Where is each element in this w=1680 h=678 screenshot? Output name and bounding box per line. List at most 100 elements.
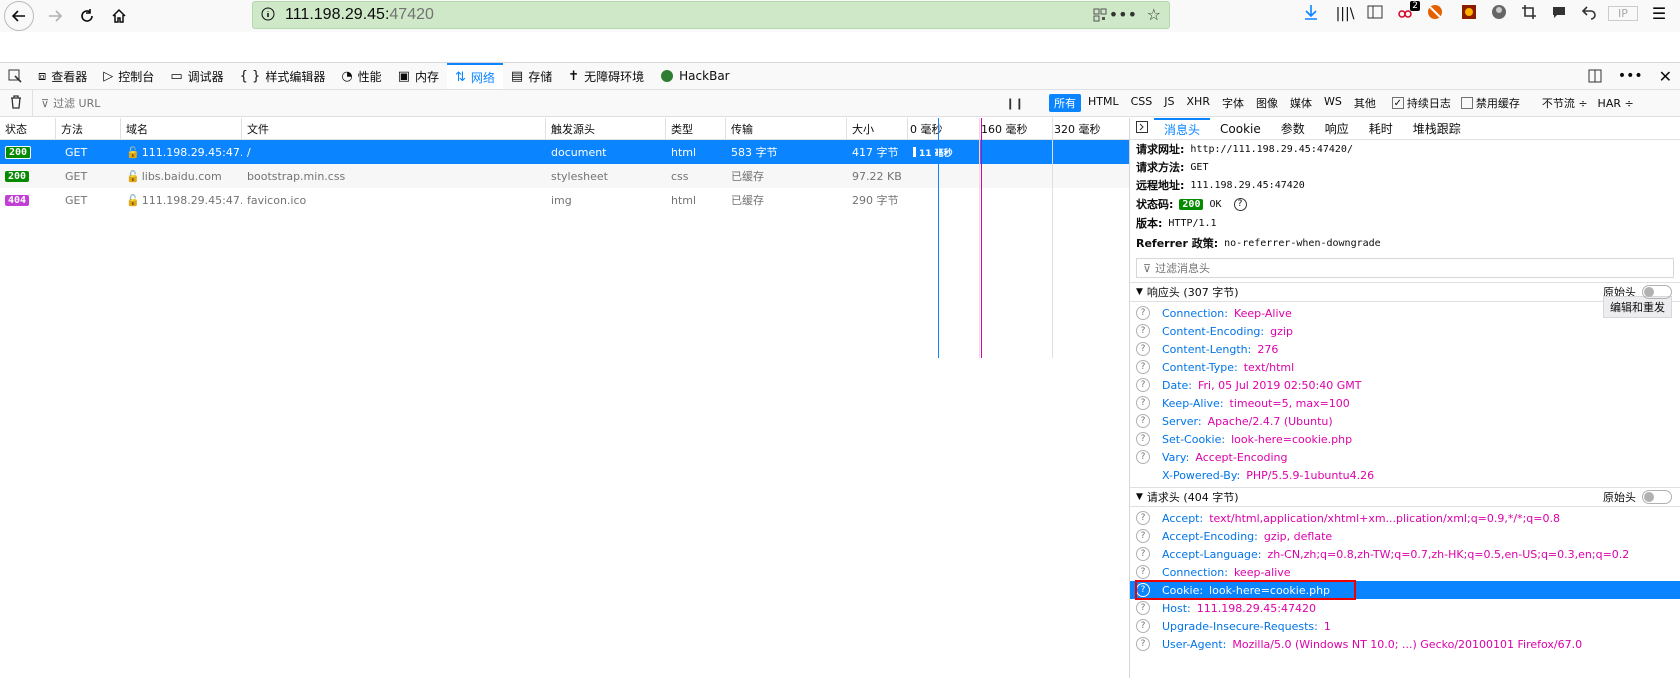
tab-style-editor[interactable]: { } 样式编辑器 (232, 63, 334, 89)
avatar-icon[interactable] (1484, 4, 1514, 23)
crop-icon[interactable] (1514, 4, 1544, 23)
help-icon[interactable]: ? (1136, 583, 1150, 597)
response-header-row[interactable]: ? Vary: Accept-Encoding (1130, 448, 1680, 466)
tab-stack-trace[interactable]: 堆栈跟踪 (1403, 118, 1471, 139)
forward-icon[interactable] (40, 1, 70, 31)
help-icon[interactable]: ? (1136, 547, 1150, 561)
raw-headers-toggle[interactable] (1642, 285, 1672, 299)
sidebar-icon[interactable] (1360, 5, 1390, 22)
library-icon[interactable]: |||\ (1330, 6, 1360, 22)
reload-icon[interactable] (72, 1, 102, 31)
help-icon[interactable]: ? (1136, 378, 1150, 392)
tab-debugger[interactable]: ▭ 调试器 (162, 63, 231, 89)
tab-headers[interactable]: 消息头 (1154, 118, 1211, 139)
help-icon[interactable]: ? (1136, 324, 1150, 338)
request-header-row[interactable]: ? Host: 111.198.29.45:47420 (1130, 599, 1680, 617)
url-bar[interactable]: 111.198.29.45:47420 ••• ☆ (252, 1, 1170, 29)
tab-hackbar[interactable]: HackBar (652, 63, 737, 89)
col-transferred[interactable]: 传输 (726, 118, 847, 139)
extension-badge-icon[interactable]: 2 (1390, 1, 1420, 23)
page-actions-icon[interactable]: ••• (1109, 5, 1137, 24)
help-icon[interactable]: ? (1136, 306, 1150, 320)
tab-console[interactable]: ▷ 控制台 (95, 63, 162, 89)
col-domain[interactable]: 域名 (121, 118, 242, 139)
tab-performance[interactable]: ◔ 性能 (333, 63, 389, 89)
response-header-row[interactable]: X-Powered-By: PHP/5.5.9-1ubuntu4.26 (1130, 466, 1680, 484)
col-size[interactable]: 大小 (847, 118, 908, 139)
bookmark-star-icon[interactable]: ☆ (1147, 5, 1161, 24)
request-header-row-selected[interactable]: ? Cookie: look-here=cookie.php (1130, 581, 1680, 599)
filter-images[interactable]: 图像 (1251, 94, 1283, 112)
help-icon[interactable]: ? (1136, 619, 1150, 633)
site-info-icon[interactable] (261, 7, 275, 24)
help-icon[interactable]: ? (1136, 414, 1150, 428)
filter-all[interactable]: 所有 (1049, 94, 1081, 112)
url-filter-input[interactable]: ⊽ 过滤 URL ❙❙ (32, 90, 1042, 116)
tab-storage[interactable]: ▤ 存储 (503, 63, 560, 89)
request-header-row[interactable]: ? Connection: keep-alive (1130, 563, 1680, 581)
response-header-row[interactable]: ? Date: Fri, 05 Jul 2019 02:50:40 GMT (1130, 376, 1680, 394)
col-initiator[interactable]: 触发源头 (546, 118, 666, 139)
filter-html[interactable]: HTML (1083, 94, 1124, 112)
pick-element-icon[interactable] (0, 63, 30, 89)
response-header-row[interactable]: ? Content-Encoding: gzip (1130, 322, 1680, 340)
tab-accessibility[interactable]: ✝ 无障碍环境 (560, 63, 652, 89)
undo-icon[interactable] (1574, 4, 1604, 23)
persist-log-checkbox[interactable]: ✓ 持续日志 (1391, 95, 1451, 111)
filter-other[interactable]: 其他 (1349, 94, 1381, 112)
filter-fonts[interactable]: 字体 (1217, 94, 1249, 112)
col-status[interactable]: 状态 (0, 118, 56, 139)
block-icon[interactable] (1420, 4, 1450, 23)
help-icon[interactable]: ? (1136, 450, 1150, 464)
response-header-row[interactable]: ? Server: Apache/2.4.7 (Ubuntu) (1130, 412, 1680, 430)
request-header-row[interactable]: ? User-Agent: Mozilla/5.0 (Windows NT 10.0… (1130, 635, 1680, 653)
tab-cookies[interactable]: Cookie (1210, 118, 1271, 139)
edit-resend-button[interactable]: 编辑和重发 (1603, 296, 1672, 318)
more-options-icon[interactable]: ••• (1610, 63, 1651, 89)
throttle-select[interactable]: 不节流 ÷ (1542, 95, 1588, 111)
qr-code-icon[interactable] (1093, 8, 1107, 25)
col-file[interactable]: 文件 (242, 118, 546, 139)
header-filter-input[interactable]: ⊽ 过滤消息头 (1136, 258, 1674, 278)
har-select[interactable]: HAR ÷ (1598, 97, 1634, 110)
settings-gear-icon[interactable] (1454, 4, 1484, 23)
filter-xhr[interactable]: XHR (1182, 94, 1215, 112)
response-header-row[interactable]: ? Content-Length: 276 (1130, 340, 1680, 358)
close-devtools-icon[interactable]: ✕ (1651, 63, 1680, 89)
pause-icon[interactable]: ❙❙ (1006, 97, 1024, 110)
help-icon[interactable]: ? (1136, 529, 1150, 543)
clear-trash-icon[interactable] (0, 94, 32, 112)
tab-params[interactable]: 参数 (1271, 118, 1315, 139)
tab-memory[interactable]: ▣ 内存 (390, 63, 447, 89)
help-icon[interactable]: ? (1136, 432, 1150, 446)
help-icon[interactable]: ? (1136, 565, 1150, 579)
request-header-row[interactable]: ? Accept: text/html,application/xhtml+xm..… (1130, 509, 1680, 527)
response-headers-section[interactable]: ▼ 响应头 (307 字节) 原始头 (1130, 282, 1680, 302)
request-header-row[interactable]: ? Accept-Language: zh-CN,zh;q=0.8,zh-TW;q=… (1130, 545, 1680, 563)
tab-timings[interactable]: 耗时 (1359, 118, 1403, 139)
dock-icon[interactable] (1580, 63, 1610, 89)
col-method[interactable]: 方法 (56, 118, 121, 139)
response-header-row[interactable]: ? Keep-Alive: timeout=5, max=100 (1130, 394, 1680, 412)
toggle-sidebar-icon[interactable] (1130, 121, 1154, 136)
raw-headers-toggle[interactable] (1642, 490, 1672, 504)
request-header-row[interactable]: ? Upgrade-Insecure-Requests: 1 (1130, 617, 1680, 635)
ip-extension-icon[interactable]: IP (1608, 6, 1638, 21)
response-header-row[interactable]: ? Set-Cookie: look-here=cookie.php (1130, 430, 1680, 448)
chat-icon[interactable] (1544, 4, 1574, 23)
filter-js[interactable]: JS (1159, 94, 1179, 112)
help-icon[interactable]: ? (1136, 637, 1150, 651)
filter-css[interactable]: CSS (1126, 94, 1158, 112)
back-icon[interactable] (4, 1, 34, 31)
home-icon[interactable] (104, 1, 134, 31)
tab-response[interactable]: 响应 (1315, 118, 1359, 139)
request-headers-section[interactable]: ▼ 请求头 (404 字节) 原始头 (1130, 487, 1680, 507)
help-icon[interactable]: ? (1136, 511, 1150, 525)
col-type[interactable]: 类型 (666, 118, 726, 139)
help-icon[interactable]: ? (1136, 360, 1150, 374)
help-icon[interactable]: ? (1233, 197, 1247, 211)
filter-ws[interactable]: WS (1319, 94, 1347, 112)
response-header-row[interactable]: ? Connection: Keep-Alive (1130, 304, 1680, 322)
disable-cache-checkbox[interactable]: 禁用缓存 (1460, 95, 1520, 111)
help-icon[interactable]: ? (1136, 342, 1150, 356)
